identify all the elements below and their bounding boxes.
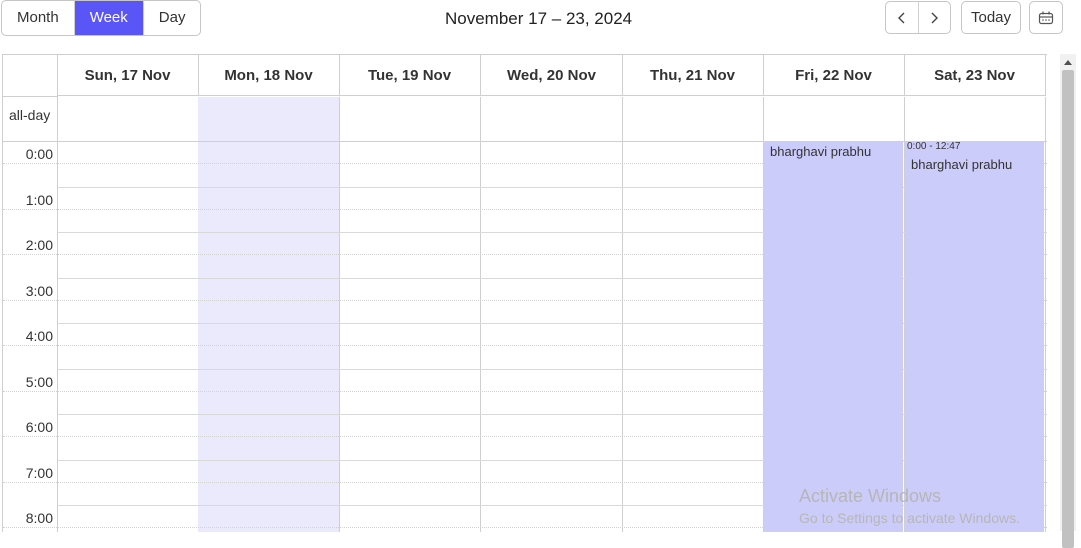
today-button[interactable]: Today: [961, 1, 1021, 34]
day-header-6[interactable]: Sat, 23 Nov: [904, 55, 1046, 96]
day-header-3[interactable]: Wed, 20 Nov: [481, 55, 623, 96]
hour-label: 5:00: [25, 374, 53, 390]
scroll-thumb[interactable]: [1062, 70, 1074, 548]
calendar-event[interactable]: bharghavi prabhu: [764, 141, 903, 532]
watermark-title: Activate Windows: [799, 486, 942, 506]
watermark-subtitle: Go to Settings to activate Windows.: [799, 510, 1020, 526]
time-gutter-header: [3, 55, 58, 97]
week-grid: all-day Sun, 17 Nov Mon, 18 Nov Tue, 19 No…: [2, 54, 1047, 532]
hour-label: 7:00: [25, 465, 53, 481]
hour-label: 4:00: [25, 328, 53, 344]
date-range-title: November 17 – 23, 2024: [445, 9, 633, 28]
next-week-button[interactable]: [917, 2, 951, 33]
hour-label: 6:00: [25, 419, 53, 435]
calendar-toolbar: Month Week Day November 17 – 23, 2024 To…: [0, 0, 1081, 40]
hour-label: 3:00: [25, 283, 53, 299]
day-header-0[interactable]: Sun, 17 Nov: [57, 55, 199, 96]
date-navigation: [885, 1, 951, 34]
hour-label: 0:00: [25, 146, 53, 162]
day-header-1[interactable]: Mon, 18 Nov: [198, 55, 340, 96]
view-switcher: Month Week Day: [1, 0, 202, 36]
calendar-event[interactable]: 0:00 - 12:47 bharghavi prabhu: [905, 141, 1044, 532]
day-header-5[interactable]: Fri, 22 Nov: [763, 55, 905, 96]
day-header-4[interactable]: Thu, 21 Nov: [622, 55, 764, 96]
hour-label: 1:00: [25, 192, 53, 208]
week-view-button[interactable]: Week: [74, 1, 144, 35]
event-title: bharghavi prabhu: [770, 144, 872, 159]
scroll-up-icon[interactable]: [1060, 54, 1076, 70]
date-picker-button[interactable]: [1029, 1, 1063, 34]
previous-week-button[interactable]: [886, 2, 918, 33]
event-title: bharghavi prabhu: [911, 157, 1013, 172]
chevron-right-icon: [931, 12, 939, 23]
month-view-button[interactable]: Month: [2, 1, 75, 35]
calendar-icon: [1038, 11, 1054, 24]
day-view-button[interactable]: Day: [144, 1, 201, 35]
day-header-2[interactable]: Tue, 19 Nov: [339, 55, 481, 96]
vertical-scrollbar[interactable]: [1060, 54, 1076, 548]
windows-activation-watermark: Activate Windows Go to Settings to activ…: [799, 486, 1020, 527]
chevron-left-icon: [897, 12, 905, 23]
hour-label: 8:00: [25, 510, 53, 526]
hour-label: 2:00: [25, 237, 53, 253]
event-time: 0:00 - 12:47: [907, 141, 961, 152]
